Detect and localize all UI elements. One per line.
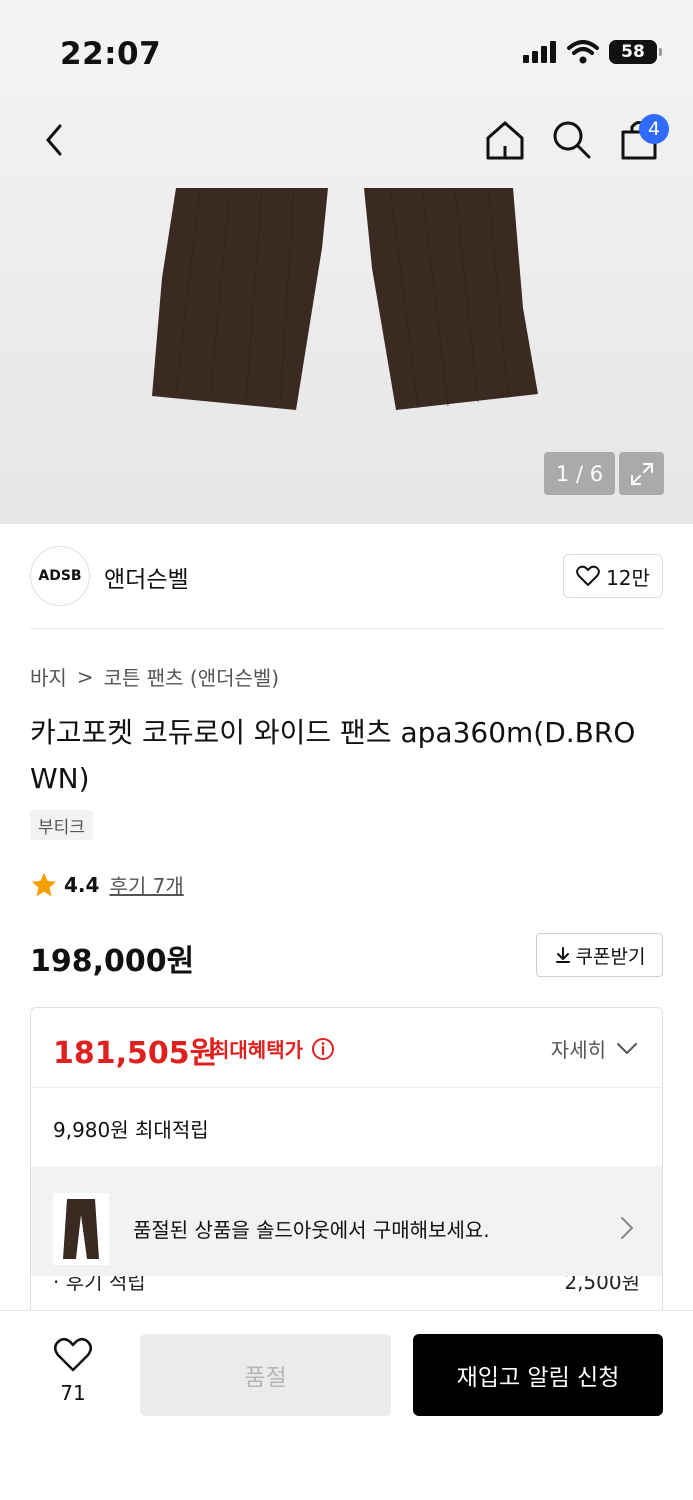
soldout-thumbnail <box>53 1193 109 1265</box>
search-icon[interactable] <box>550 118 592 160</box>
product-price: 198,000원 <box>30 944 195 979</box>
product-title: 카고포켓 코듀로이 와이드 팬츠 apa360m(D.BROWN) <box>30 716 636 795</box>
restock-alert-button[interactable]: 재입고 알림 신청 <box>413 1334 663 1416</box>
star-icon <box>31 872 57 896</box>
divider <box>30 628 663 629</box>
coupon-label: 쿠폰받기 <box>575 945 646 968</box>
soldout-banner[interactable]: 품절된 상품을 솔드아웃에서 구매해보세요. <box>31 1166 662 1276</box>
breadcrumb-category[interactable]: 바지 <box>30 662 67 691</box>
expand-icon <box>630 462 653 485</box>
brand-logo[interactable]: ADSB <box>30 546 90 606</box>
back-icon[interactable] <box>36 120 76 160</box>
review-points-row: · 후기 적립 2,500원 <box>31 1276 662 1306</box>
rating-value: 4.4 <box>64 872 100 897</box>
max-benefit-text: 최대혜택가 <box>211 1038 303 1062</box>
page-indicator: 1 / 6 <box>544 452 615 495</box>
cart-button[interactable]: 4 <box>617 114 669 162</box>
detail-toggle[interactable]: 자세히 <box>551 1034 638 1063</box>
battery-indicator: 58 <box>609 40 662 64</box>
chevron-down-icon <box>617 1042 637 1054</box>
reviews-link[interactable]: 후기 7개 <box>109 870 183 899</box>
max-benefit-price: 181,505원 <box>53 1036 218 1071</box>
wishlist-count: 71 <box>60 1381 86 1405</box>
rating-row: 4.4 후기 7개 <box>30 870 184 899</box>
cart-count-badge: 4 <box>639 114 669 144</box>
benefit-box: 181,505원 최대혜택가 자세히 9,980원 최대적립 품절된 상품을 솔… <box>30 1007 663 1317</box>
heart-icon <box>54 1337 92 1372</box>
info-icon[interactable] <box>311 1037 335 1061</box>
max-benefit-row[interactable]: 181,505원 최대혜택가 자세히 <box>31 1008 662 1088</box>
status-bar: 22:07 58 <box>0 0 693 100</box>
review-points-label: · 후기 적립 <box>53 1276 146 1294</box>
expand-button[interactable] <box>619 452 664 495</box>
breadcrumb: 바지 > 코튼 팬츠 (앤더슨벨) <box>30 662 279 691</box>
wishlist-button[interactable]: 71 <box>38 1337 108 1405</box>
review-points-value: 2,500원 <box>564 1276 640 1294</box>
brand-row[interactable]: ADSB 앤더슨벨 12만 <box>30 546 663 608</box>
soldout-button: 품절 <box>140 1334 391 1416</box>
detail-label: 자세히 <box>550 1038 606 1062</box>
status-icons: 58 <box>523 40 662 64</box>
home-icon[interactable] <box>483 118 527 162</box>
product-image-gallery[interactable]: 22:07 58 4 1 / 6 <box>0 0 693 524</box>
download-icon <box>555 947 570 963</box>
product-image <box>152 188 538 410</box>
bottom-action-bar: 71 품절 재입고 알림 신청 <box>0 1310 693 1500</box>
signal-icon <box>523 41 556 63</box>
brand-like-count: 12만 <box>606 565 650 590</box>
brand-name[interactable]: 앤더슨벨 <box>104 560 189 594</box>
brand-like-button[interactable]: 12만 <box>563 554 663 598</box>
breadcrumb-subcategory[interactable]: 코튼 팬츠 (앤더슨벨) <box>104 662 280 691</box>
product-tag: 부티크 <box>30 810 93 840</box>
max-points: 9,980원 최대적립 <box>53 1118 209 1142</box>
chevron-right-icon <box>621 1217 633 1239</box>
wifi-icon <box>567 40 599 64</box>
status-time: 22:07 <box>60 36 162 72</box>
heart-icon <box>576 565 600 586</box>
soldout-notice: 품절된 상품을 솔드아웃에서 구매해보세요. <box>133 1218 490 1242</box>
coupon-button[interactable]: 쿠폰받기 <box>536 933 663 977</box>
breadcrumb-separator: > <box>76 664 94 689</box>
max-benefit-label: 최대혜택가 <box>211 1034 335 1063</box>
